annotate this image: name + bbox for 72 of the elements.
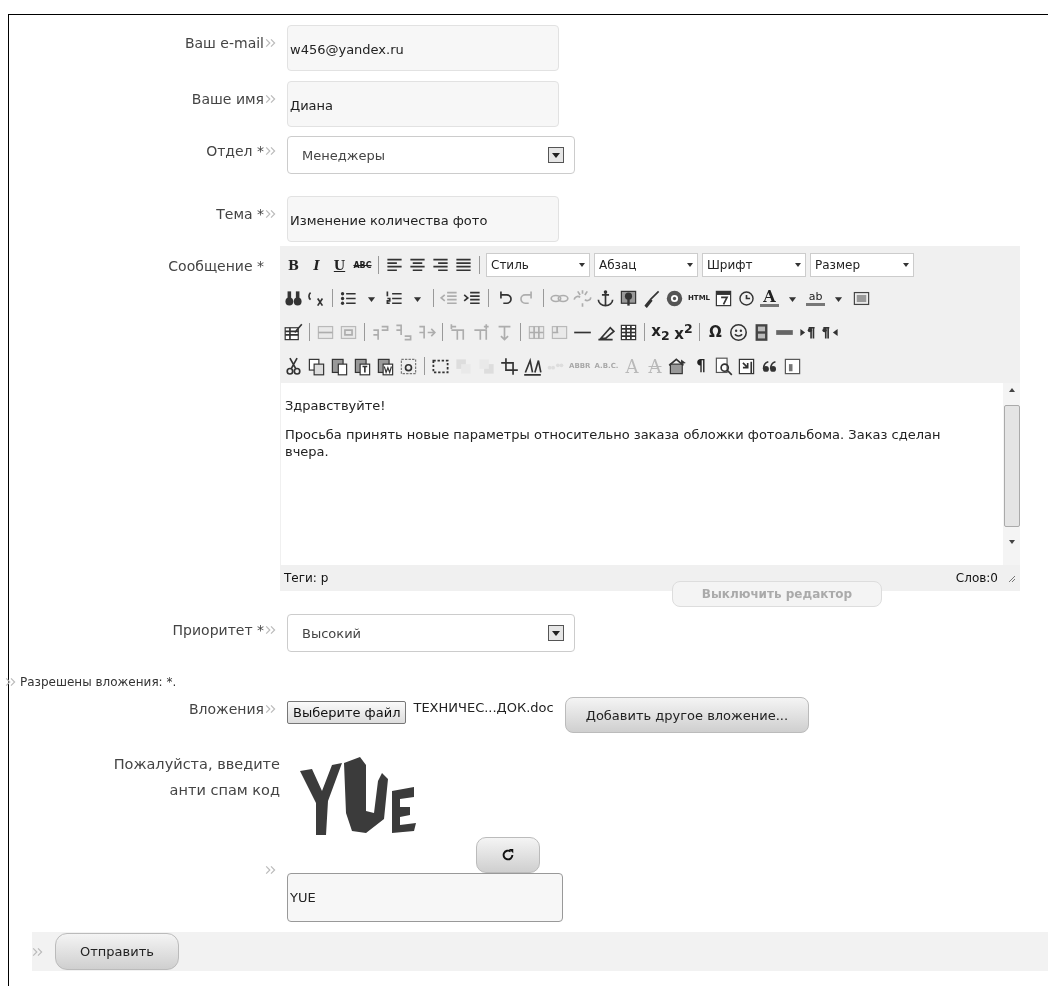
input-field[interactable]: Изменение количества фото	[287, 196, 559, 242]
table-edit-icon[interactable]	[284, 322, 303, 342]
toolbar-button[interactable]: Ω	[706, 323, 725, 341]
toolbar-button[interactable]: x$_{2}$	[651, 321, 670, 343]
input-field[interactable]: YUE	[287, 873, 563, 922]
toolbar-dropdown[interactable]: Абзац	[594, 253, 698, 277]
brush-icon[interactable]	[642, 288, 661, 308]
field-label: Приоритет *	[172, 622, 264, 638]
input-field[interactable]: w456@yandex.ru	[287, 25, 559, 71]
toolbar-button[interactable]: B	[284, 257, 303, 273]
double-chevron-icon	[5, 676, 17, 688]
toolbar-button[interactable]: ¶	[691, 357, 711, 375]
file-name: ТЕХНИЧЕС...ДОК.doc	[413, 700, 554, 715]
toolbar-button[interactable]: U	[330, 257, 349, 273]
toolbar-button[interactable]: A	[760, 289, 780, 307]
smiley-icon[interactable]	[729, 322, 748, 342]
scissors-icon[interactable]	[284, 356, 303, 376]
template-icon[interactable]	[737, 356, 757, 376]
image-icon[interactable]	[619, 288, 638, 308]
message-paragraph: Просьба принять новые параметры относительно заказа обложки фотоальбома. Заказ сделан вчера.	[285, 426, 942, 460]
panel-icon[interactable]	[783, 356, 803, 376]
choose-file-button[interactable]: Выберите файл	[287, 701, 407, 724]
toolbar-button[interactable]: x$^{2}$	[674, 321, 693, 343]
input-field[interactable]: Диана	[287, 81, 559, 127]
table-icon[interactable]	[619, 322, 638, 342]
refresh-icon	[501, 848, 515, 862]
scrollbar-thumb[interactable]	[1003, 405, 1020, 527]
copy-icon[interactable]	[307, 356, 326, 376]
message-paragraph: Здравствуйте!	[285, 397, 387, 414]
field-label: Тема *	[216, 206, 264, 222]
word-count: Слов:0	[955, 571, 998, 585]
resize-grip-icon[interactable]	[1006, 573, 1016, 583]
toolbar-button[interactable]: ab	[806, 290, 826, 306]
dropdown[interactable]: Высокий	[287, 614, 575, 652]
calendar-icon[interactable]	[714, 288, 734, 308]
element-path: Теги: p	[284, 571, 329, 585]
field-label: Отдел *	[206, 143, 264, 159]
attributes-icon[interactable]	[668, 356, 688, 376]
toolbar-dropdown[interactable]: Шрифт	[702, 253, 806, 277]
field-label: Пожалуйста, введите анти спам код	[112, 755, 280, 800]
double-chevron-icon	[265, 93, 277, 105]
field-label: Вложения	[188, 701, 264, 717]
paste-icon[interactable]	[330, 356, 349, 376]
paste-document-icon[interactable]	[376, 356, 395, 376]
double-chevron-icon	[32, 945, 44, 958]
select-all-icon[interactable]	[399, 356, 418, 376]
paste-text-icon[interactable]	[353, 356, 372, 376]
anchor-icon[interactable]	[596, 288, 615, 308]
field-label: Ваше имя	[191, 91, 264, 107]
scrollbar[interactable]	[1003, 383, 1020, 565]
binoculars-icon[interactable]	[284, 288, 303, 308]
field-label: Сообщение *	[168, 258, 264, 274]
add-attachment-button[interactable]: Добавить другое вложение...	[564, 697, 810, 733]
dropdown[interactable]: Менеджеры	[287, 136, 575, 174]
clock-icon[interactable]	[737, 288, 757, 308]
preview-icon[interactable]	[714, 356, 734, 376]
double-chevron-icon	[265, 37, 277, 49]
toolbar-button[interactable]: I	[307, 257, 326, 273]
double-chevron-icon	[265, 145, 277, 157]
refresh-button[interactable]	[476, 837, 540, 873]
help-icon[interactable]	[665, 288, 684, 308]
submit-button[interactable]: Отправить	[55, 933, 179, 970]
double-chevron-icon	[265, 703, 277, 715]
double-chevron-icon	[265, 208, 277, 220]
corner-plus-icon[interactable]	[500, 356, 519, 376]
attachments-note: Разрешены вложения: *.	[20, 675, 177, 689]
double-chevron-icon	[265, 864, 277, 876]
field-label: Ваш e-mail	[184, 35, 264, 51]
double-chevron-icon	[265, 624, 277, 636]
toolbar-dropdown[interactable]: Стиль	[486, 253, 590, 277]
toolbar-button[interactable]: ABC	[353, 260, 372, 270]
toolbar-dropdown[interactable]: Размер	[810, 253, 914, 277]
